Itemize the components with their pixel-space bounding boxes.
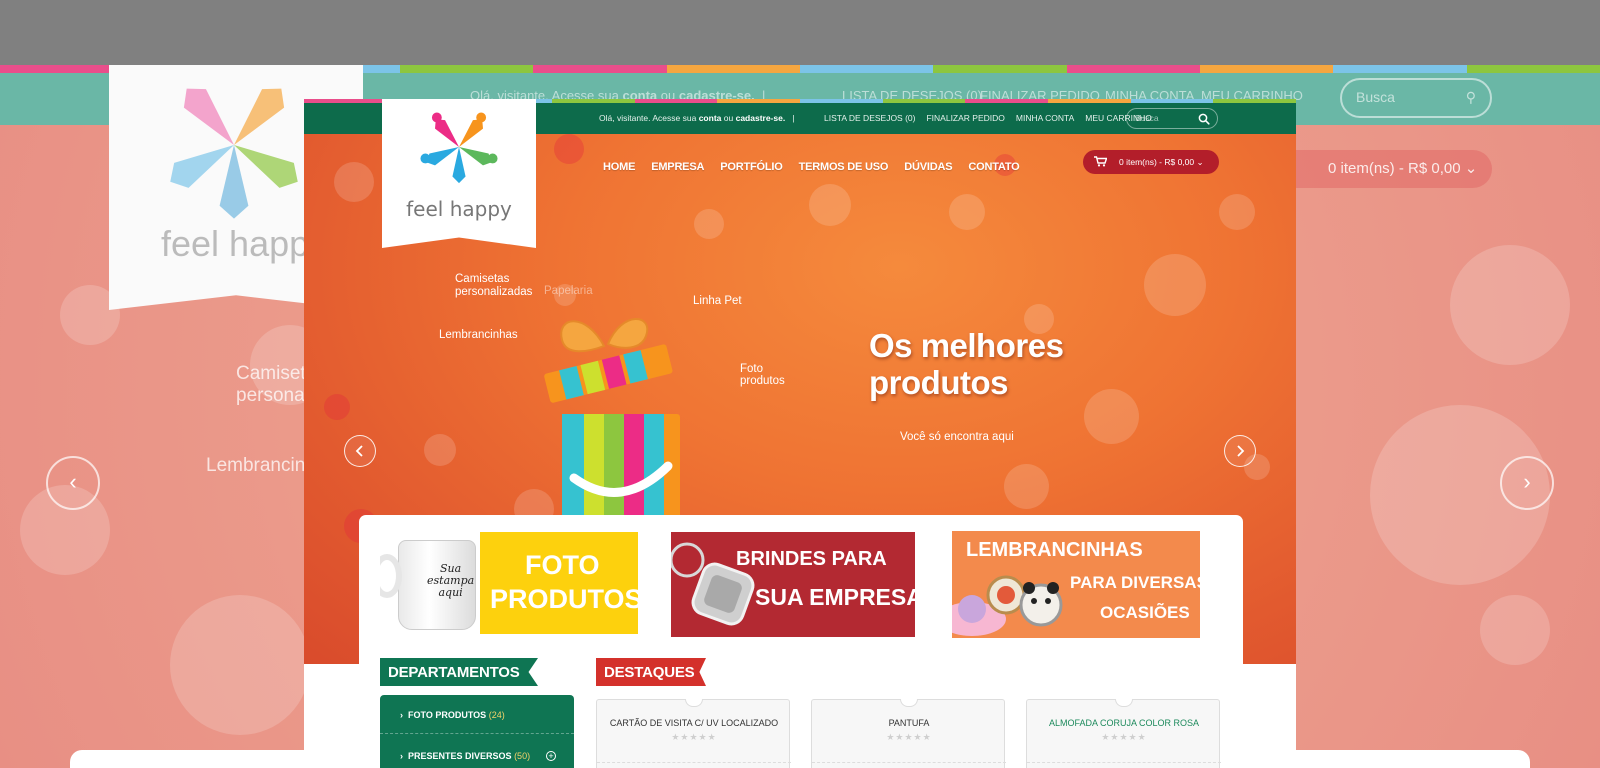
top-links: LISTA DE DESEJOS (0) FINALIZAR PEDIDO MI…: [824, 113, 1152, 123]
banner-brindes[interactable]: BRINDES PARA SUA EMPRESA: [671, 532, 915, 637]
nav-contato[interactable]: CONTATO: [968, 161, 1019, 173]
website-screenshot: Olá, visitante. Acesse sua conta ou cada…: [304, 99, 1296, 768]
hero-label-personalizadas: personalizadas: [455, 286, 533, 298]
banner-brindes-line1: BRINDES PARA: [736, 548, 887, 570]
slider-next-button[interactable]: [1224, 435, 1256, 467]
search-icon[interactable]: [1198, 113, 1210, 125]
hero-label-produtos: produtos: [740, 375, 785, 387]
cart-button[interactable]: 0 item(ns) - R$ 0,00 ⌄: [1083, 150, 1219, 174]
nav-empresa[interactable]: EMPRESA: [651, 161, 704, 173]
chevron-right-icon: ›: [400, 710, 403, 720]
chevron-left-icon: [355, 445, 363, 457]
hero-label-lembrancinhas: Lembrancinhas: [439, 329, 518, 341]
department-item-foto-produtos[interactable]: › FOTO PRODUTOS (24): [400, 710, 505, 720]
checkout-link[interactable]: FINALIZAR PEDIDO: [926, 113, 1004, 123]
background-label-lembrancinhas: Lembrancin: [206, 455, 306, 476]
hero-label-linha-pet: Linha Pet: [693, 295, 742, 307]
gift-box-illustration: [544, 318, 680, 542]
my-account-link[interactable]: MINHA CONTA: [1016, 113, 1074, 123]
departments-title: DEPARTAMENTOS: [380, 658, 538, 686]
chevron-right-icon: [1237, 445, 1245, 457]
rating-stars-icon: ★★★★★: [671, 732, 717, 742]
hero-headline: Os melhores produtos: [869, 327, 1064, 401]
search-box: [1126, 108, 1218, 129]
banner-lembrancinhas-line3: OCASIÕES: [1100, 603, 1190, 622]
background-top-gray: [0, 0, 1600, 65]
greeting: Olá, visitante. Acesse sua conta ou cada…: [599, 113, 795, 123]
background-next-arrow: ›: [1500, 456, 1554, 510]
login-link[interactable]: conta: [699, 113, 722, 123]
hero-label-foto: Foto: [740, 363, 764, 375]
rating-stars-icon: ★★★★★: [886, 732, 932, 742]
product-card[interactable]: PANTUFA ★★★★★: [811, 699, 1006, 768]
product-title[interactable]: CARTÃO DE VISITA C/ UV LOCALIZADO: [597, 718, 791, 728]
departments-list: › FOTO PRODUTOS (24) › PRESENTES DIVERSO…: [380, 695, 574, 768]
cart-label: 0 item(ns) - R$ 0,00 ⌄: [1119, 157, 1204, 167]
mug-image: Sua estampa aqui: [398, 540, 476, 630]
department-separator: [380, 733, 574, 734]
logo-text: feel happy: [406, 197, 512, 221]
department-item-presentes-diversos[interactable]: › PRESENTES DIVERSOS (50): [400, 751, 530, 761]
featured-title: DESTAQUES: [596, 658, 706, 686]
product-title[interactable]: ALMOFADA CORUJA COLOR ROSA: [1027, 718, 1221, 728]
star-people-logo-icon: [420, 112, 498, 184]
register-link[interactable]: cadastre-se.: [736, 113, 786, 123]
slider-prev-button[interactable]: [344, 435, 376, 467]
background-label-personalizadas: persona: [236, 385, 305, 406]
expand-icon[interactable]: +: [546, 751, 556, 761]
mug-text: Sua estampa aqui: [427, 562, 475, 599]
site-logo[interactable]: feel happy: [382, 99, 536, 248]
nav-portfolio[interactable]: PORTFÓLIO: [720, 161, 783, 173]
souvenirs-image: [952, 575, 1063, 636]
nav-duvidas[interactable]: DÚVIDAS: [904, 161, 952, 173]
nav-termos-de-uso[interactable]: TERMOS DE USO: [799, 161, 889, 173]
search-input[interactable]: [1135, 113, 1199, 123]
banner-lembrancinhas-line2: PARA DIVERSAS: [1070, 573, 1200, 592]
nav-home[interactable]: HOME: [603, 161, 635, 173]
product-title[interactable]: PANTUFA: [812, 718, 1006, 728]
hero-label-camisetas: Camisetas: [455, 273, 510, 285]
product-card[interactable]: ALMOFADA CORUJA COLOR ROSA ★★★★★: [1026, 699, 1221, 768]
banner-foto-produtos[interactable]: Sua estampa aqui FOTO PRODUTOS: [380, 532, 638, 634]
banner-foto-line2: PRODUTOS: [490, 584, 638, 614]
wishlist-link[interactable]: LISTA DE DESEJOS (0): [824, 113, 915, 123]
hero-label-papelaria: Papelaria: [544, 285, 593, 297]
cart-icon: [1094, 156, 1107, 167]
background-cart: 0 item(ns) - R$ 0,00 ⌄: [1268, 150, 1492, 188]
banner-lembrancinhas[interactable]: LEMBRANCINHAS PARA DIVERSAS OCASIÕES: [952, 531, 1200, 638]
background-search: Busca ⚲: [1340, 78, 1492, 118]
hero-subtitle: Você só encontra aqui: [900, 431, 1014, 443]
banner-lembrancinhas-line1: LEMBRANCINHAS: [966, 539, 1143, 561]
chevron-right-icon: ›: [400, 751, 403, 761]
banner-foto-line1: FOTO: [525, 550, 600, 580]
main-nav: HOME EMPRESA PORTFÓLIO TERMOS DE USO DÚV…: [603, 161, 1020, 173]
chevron-down-icon: ⌄: [1196, 157, 1204, 167]
rating-stars-icon: ★★★★★: [1101, 732, 1147, 742]
background-prev-arrow: ‹: [46, 456, 100, 510]
product-card[interactable]: CARTÃO DE VISITA C/ UV LOCALIZADO ★★★★★: [596, 699, 791, 768]
banner-brindes-line2: SUA EMPRESA: [755, 584, 915, 610]
